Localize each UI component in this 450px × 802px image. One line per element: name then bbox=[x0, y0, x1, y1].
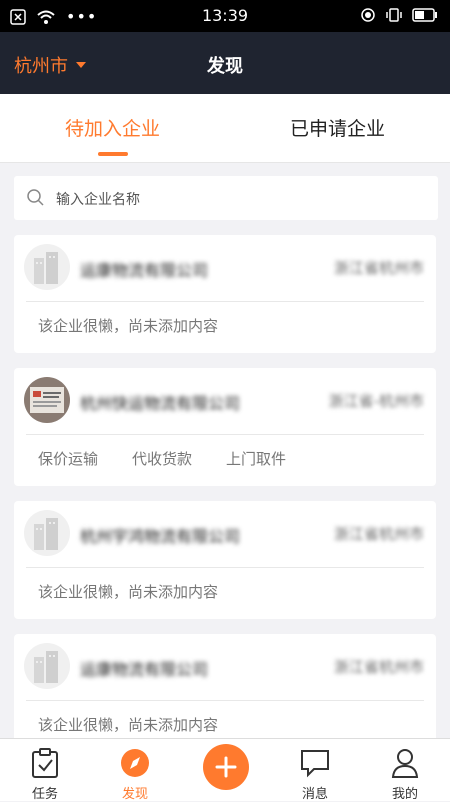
search-icon bbox=[27, 189, 44, 206]
bottom-tab-label: 发现 bbox=[121, 787, 148, 802]
tab-pending-companies[interactable]: 待加入企业 bbox=[0, 114, 225, 141]
building-icon bbox=[34, 518, 58, 550]
bottom-tab-label: 任务 bbox=[31, 787, 58, 802]
company-card[interactable]: 杭州宇鸿物流有限公司 浙江省杭州市 该企业很懒，尚未添加内容 bbox=[14, 501, 436, 619]
company-description: 该企业很懒，尚未添加内容 bbox=[38, 317, 219, 335]
company-avatar bbox=[24, 244, 70, 290]
message-bubble-icon bbox=[301, 750, 329, 778]
compass-icon bbox=[121, 749, 149, 777]
company-description: 该企业很懒，尚未添加内容 bbox=[38, 716, 219, 734]
top-navbar: 杭州市 发现 bbox=[0, 32, 450, 94]
add-button[interactable] bbox=[203, 744, 249, 790]
service-tags: 保价运输 代收货款 上门取件 bbox=[38, 448, 286, 469]
user-icon bbox=[391, 749, 419, 778]
company-location: 浙江省杭州市 bbox=[333, 658, 424, 676]
vibrate-icon bbox=[386, 8, 402, 22]
company-card[interactable]: 运康物流有限公司 浙江省杭州市 该企业很懒，尚未添加内容 bbox=[14, 235, 436, 353]
location-icon bbox=[361, 8, 375, 22]
company-card[interactable]: 运康物流有限公司 浙江省杭州市 该企业很懒，尚未添加内容 bbox=[14, 634, 436, 752]
bottom-tab-label: 消息 bbox=[301, 787, 328, 802]
service-tag: 代收货款 bbox=[132, 450, 193, 468]
company-name: 运康物流有限公司 bbox=[80, 261, 209, 280]
service-tag: 上门取件 bbox=[226, 450, 287, 468]
card-divider bbox=[26, 567, 424, 568]
status-right-icons bbox=[360, 7, 438, 23]
bottom-tab-label: 我的 bbox=[391, 787, 418, 802]
company-location: 浙江省杭州市 bbox=[333, 259, 424, 277]
card-divider bbox=[26, 301, 424, 302]
active-tab-indicator bbox=[98, 152, 128, 156]
service-tag: 保价运输 bbox=[38, 450, 99, 468]
company-license-photo-icon bbox=[24, 377, 70, 423]
company-location: 浙江省杭州市 bbox=[333, 525, 424, 543]
company-name: 杭州宇鸿物流有限公司 bbox=[80, 527, 241, 546]
search-input[interactable]: 输入企业名称 bbox=[14, 176, 438, 220]
card-divider bbox=[26, 434, 424, 435]
battery-icon bbox=[412, 8, 437, 22]
status-bar: ••• 13:39 bbox=[0, 0, 450, 32]
company-card-header: 杭州宇鸿物流有限公司 浙江省杭州市 bbox=[14, 501, 436, 567]
company-avatar bbox=[24, 643, 70, 689]
company-name: 杭州快运物流有限公司 bbox=[80, 394, 241, 413]
search-placeholder: 输入企业名称 bbox=[56, 192, 140, 208]
building-icon bbox=[34, 651, 58, 683]
company-card[interactable]: 杭州快运物流有限公司 浙江省-杭州市 保价运输 代收货款 上门取件 bbox=[14, 368, 436, 486]
tab-applied-companies[interactable]: 已申请企业 bbox=[225, 114, 450, 141]
company-card-header: 运康物流有限公司 浙江省杭州市 bbox=[14, 634, 436, 700]
segment-tabs: 待加入企业 已申请企业 bbox=[0, 94, 450, 163]
building-icon bbox=[34, 252, 58, 284]
company-description: 该企业很懒，尚未添加内容 bbox=[38, 583, 219, 601]
page-title: 发现 bbox=[207, 56, 243, 77]
company-avatar bbox=[24, 510, 70, 556]
clipboard-check-icon bbox=[32, 748, 58, 778]
company-card-header: 运康物流有限公司 浙江省杭州市 bbox=[14, 235, 436, 301]
company-avatar bbox=[24, 377, 70, 423]
company-name: 运康物流有限公司 bbox=[80, 660, 209, 679]
plus-icon bbox=[215, 756, 237, 778]
card-divider bbox=[26, 700, 424, 701]
company-location: 浙江省-杭州市 bbox=[328, 392, 424, 410]
company-card-header: 杭州快运物流有限公司 浙江省-杭州市 bbox=[14, 368, 436, 434]
